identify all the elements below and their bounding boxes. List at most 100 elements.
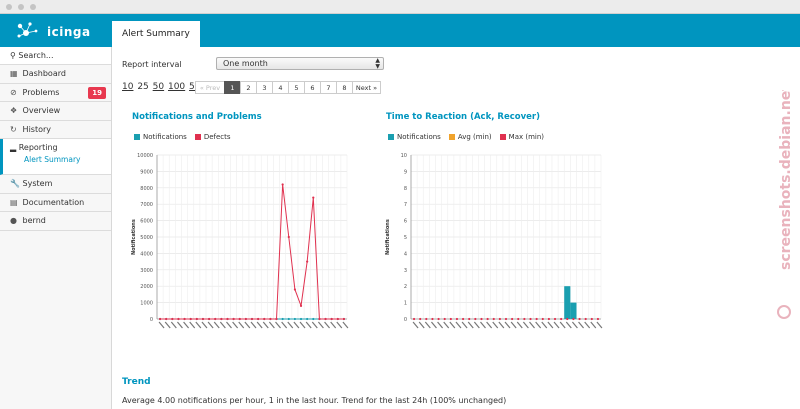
data-point (498, 317, 501, 321)
legend-item[interactable]: Defects (194, 133, 231, 141)
x-tick-mark (244, 321, 251, 329)
data-point (419, 317, 422, 321)
logo-icon (17, 22, 38, 38)
data-point (455, 317, 459, 321)
data-point (287, 317, 290, 321)
report-interval-select[interactable]: One month ▲ ▼ (216, 57, 384, 70)
x-tick-mark (486, 321, 493, 329)
y-tick-label: 1000 (140, 301, 153, 307)
data-point (443, 317, 446, 321)
reporting-icon: ▂ (10, 143, 17, 152)
pagination-page[interactable]: 1 (224, 81, 241, 94)
data-point (214, 317, 217, 321)
y-tick-label: 0 (404, 317, 407, 323)
data-point (330, 317, 333, 321)
data-point (578, 317, 581, 321)
x-tick-mark (250, 321, 257, 329)
sidebar-subitem-alert-summary[interactable]: Alert Summary (10, 155, 111, 164)
data-point (312, 196, 315, 199)
search-placeholder: Search... (18, 51, 54, 60)
data-point (183, 317, 186, 321)
x-tick-mark (330, 321, 337, 329)
tab-alert-summary[interactable]: Alert Summary (112, 21, 200, 47)
x-tick-mark (305, 321, 312, 329)
trend-title: Trend (122, 377, 151, 387)
y-axis-label: Notifications (131, 219, 137, 255)
legend-label: Defects (203, 133, 231, 141)
data-point (541, 317, 544, 321)
pagination-page[interactable]: 3 (256, 81, 273, 94)
main-content: Report interval One month ▲ ▼ 10 25 50 10… (112, 47, 800, 409)
data-point (474, 317, 477, 321)
data-point (281, 317, 284, 321)
brand-logo[interactable]: icinga (14, 21, 104, 41)
pagination-page[interactable]: 5 (288, 81, 305, 94)
data-point (177, 317, 180, 321)
y-tick-label: 2000 (140, 284, 153, 290)
sidebar-item-history[interactable]: ↻ History (0, 121, 111, 139)
data-point (431, 317, 434, 321)
legend-label: Notifications (143, 133, 187, 141)
legend-label: Max (min) (508, 133, 545, 141)
x-tick-mark (590, 321, 597, 329)
page-size-50[interactable]: 50 (153, 82, 164, 92)
x-tick-mark (559, 321, 566, 329)
x-tick-mark (256, 321, 263, 329)
data-point (425, 317, 428, 321)
pagination-page[interactable]: 4 (272, 81, 289, 94)
sidebar-item-overview[interactable]: ❖ Overview (0, 102, 111, 121)
data-point (306, 317, 309, 321)
sidebar-item-problems[interactable]: ⊘ Problems 19 (0, 84, 111, 102)
x-tick-mark (342, 321, 349, 329)
sidebar-item-user[interactable]: ● bernd (0, 212, 111, 231)
x-tick-mark (176, 321, 183, 329)
x-tick-mark (571, 321, 578, 329)
data-point (318, 317, 321, 321)
data-point (468, 317, 471, 321)
x-tick-mark (195, 321, 202, 329)
sidebar-item-documentation[interactable]: ▤ Documentation (0, 194, 111, 212)
page-size-10[interactable]: 10 (122, 82, 133, 92)
data-point (220, 317, 223, 321)
data-point (281, 183, 284, 186)
sidebar-item-label: bernd (22, 216, 46, 225)
sidebar-item-reporting[interactable]: ▂ Reporting Alert Summary (0, 139, 111, 175)
pagination-page[interactable]: 7 (320, 81, 337, 94)
x-tick-mark (547, 321, 554, 329)
window-zoom-button[interactable] (30, 4, 36, 10)
legend-item[interactable]: Avg (min) (448, 133, 492, 141)
pagination-prev[interactable]: « Prev (195, 81, 225, 94)
pagination-next[interactable]: Next » (352, 81, 381, 94)
sidebar-item-label: System (22, 179, 53, 188)
sidebar-item-dashboard[interactable]: ▦ Dashboard (0, 65, 111, 84)
data-point (553, 317, 557, 321)
data-point (517, 317, 520, 321)
search-input[interactable]: ⚲ Search... (0, 47, 111, 65)
window-close-button[interactable] (6, 4, 12, 10)
pagination-page[interactable]: 6 (304, 81, 321, 94)
x-tick-mark (516, 321, 523, 329)
x-tick-mark (324, 321, 331, 329)
y-tick-label: 6000 (140, 219, 153, 225)
pagination-page[interactable]: 8 (336, 81, 353, 94)
y-tick-label: 0 (150, 317, 153, 323)
data-point (158, 317, 162, 321)
window-minimize-button[interactable] (18, 4, 24, 10)
x-tick-mark (293, 321, 300, 329)
data-point (461, 317, 465, 321)
page-size-100[interactable]: 100 (168, 82, 185, 92)
legend-item[interactable]: Notifications (388, 133, 441, 141)
page-size-25[interactable]: 25 (137, 82, 148, 92)
data-point (584, 317, 587, 321)
x-tick-mark (480, 321, 486, 329)
sidebar-item-system[interactable]: 🔧 System (0, 175, 111, 194)
pagination-page[interactable]: 2 (240, 81, 257, 94)
watermark-logo-icon (777, 305, 791, 319)
legend-item[interactable]: Max (min) (499, 133, 545, 141)
data-point (504, 317, 508, 321)
bar (564, 286, 571, 319)
legend-item[interactable]: Notifications (134, 133, 187, 141)
data-point (596, 317, 600, 321)
y-tick-label: 10 (401, 153, 407, 159)
data-point (449, 317, 452, 321)
